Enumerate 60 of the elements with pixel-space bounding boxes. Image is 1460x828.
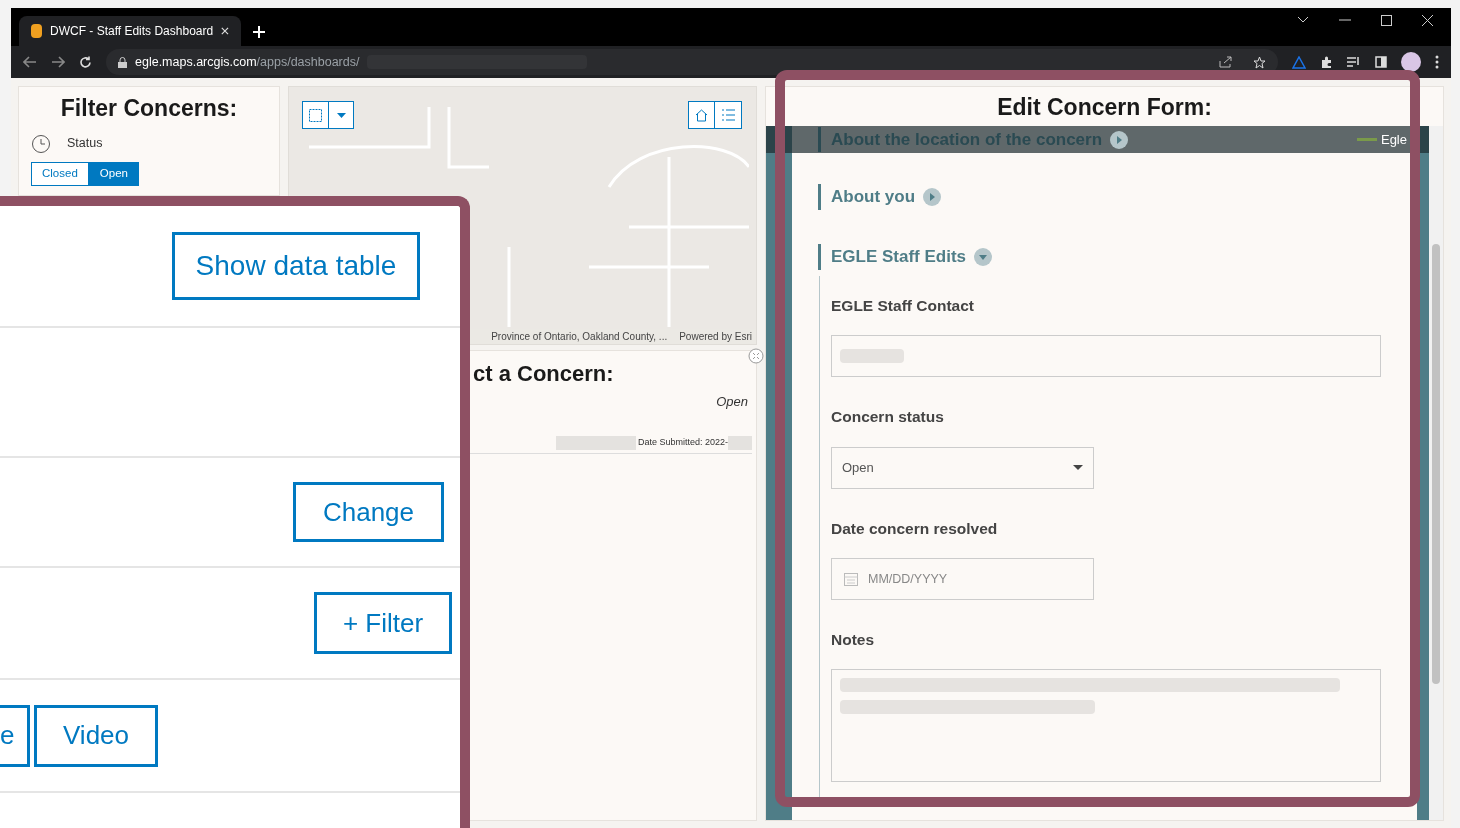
map-attribution: Province of Ontario, Oakland County, ...	[491, 330, 668, 344]
reload-icon[interactable]	[79, 55, 92, 69]
panel-title: Edit Concern Form:	[996, 93, 1213, 122]
profile-avatar[interactable]	[1401, 52, 1421, 72]
calendar-icon	[844, 571, 858, 586]
share-icon[interactable]	[1219, 56, 1233, 68]
url-text: egle.maps.arcgis.com/apps/dashboards/	[135, 53, 360, 71]
date-field[interactable]: MM/DD/YYYY	[831, 557, 1094, 600]
playlist-icon[interactable]	[1347, 56, 1361, 68]
puzzle-icon[interactable]	[1320, 55, 1333, 69]
close-window-icon[interactable]	[1422, 14, 1433, 26]
section-header[interactable]: About you	[818, 184, 1381, 210]
address-bar[interactable]: egle.maps.arcgis.com/apps/dashboards/	[106, 49, 1278, 75]
tab-title: DWCF - Staff Edits Dashboard	[50, 23, 214, 40]
clock-icon	[31, 133, 51, 154]
browser-tab[interactable]: DWCF - Staff Edits Dashboard	[19, 16, 241, 46]
date-submitted-text: Date Submitted: 2022-	[636, 435, 728, 449]
panel-title: Filter Concerns:	[59, 94, 239, 123]
status-text: Open	[715, 393, 749, 411]
maximize-icon[interactable]	[1381, 14, 1392, 26]
star-icon[interactable]	[1253, 55, 1266, 69]
filter-option[interactable]: Closed	[31, 161, 89, 186]
back-icon[interactable]	[23, 56, 37, 68]
field-label: Date concern resolved	[831, 518, 999, 539]
home-icon	[695, 108, 708, 122]
filter-option[interactable]: Open	[88, 161, 139, 186]
cut-off-button[interactable]: e	[0, 704, 30, 767]
expand-icon[interactable]	[748, 348, 764, 364]
collapse-icon	[974, 248, 993, 266]
brand-name: Egle	[1380, 130, 1407, 149]
filter-button[interactable]: + Filter	[314, 592, 452, 654]
field-label: Notes	[831, 629, 876, 650]
field-label: Concern status	[831, 407, 945, 428]
favicon-icon	[31, 24, 42, 38]
lock-icon	[118, 56, 127, 68]
caret-icon	[336, 112, 346, 118]
dropdown[interactable]: Open	[831, 446, 1094, 489]
field-label: EGLE Staff Contact	[831, 296, 975, 316]
chevron-down-icon[interactable]	[1297, 16, 1309, 24]
more-icon[interactable]	[1435, 55, 1439, 69]
side-panel-icon[interactable]	[1375, 56, 1387, 68]
forward-icon[interactable]	[51, 56, 65, 68]
section-header[interactable]: EGLE Staff Edits	[818, 244, 1381, 270]
caret-icon	[1073, 465, 1083, 470]
show-data-table-button[interactable]: Show data table	[172, 232, 420, 300]
redacted-block	[728, 435, 752, 450]
scrollbar[interactable]	[1429, 126, 1443, 820]
notes-field[interactable]	[831, 669, 1381, 782]
video-button[interactable]: Video	[34, 704, 158, 767]
list-icon	[721, 109, 735, 121]
powered-by-text[interactable]: Powered by Esri	[679, 329, 752, 344]
select-icon	[309, 108, 322, 122]
logo-icon	[1356, 138, 1377, 141]
triangle-icon[interactable]	[1292, 55, 1306, 69]
panel-title: ct a Concern:	[472, 360, 615, 388]
filter-category: Status	[67, 135, 103, 153]
new-tab-icon[interactable]	[253, 26, 265, 38]
change-button[interactable]: Change	[293, 482, 444, 542]
input-field[interactable]	[831, 335, 1381, 378]
close-icon[interactable]	[221, 26, 229, 36]
